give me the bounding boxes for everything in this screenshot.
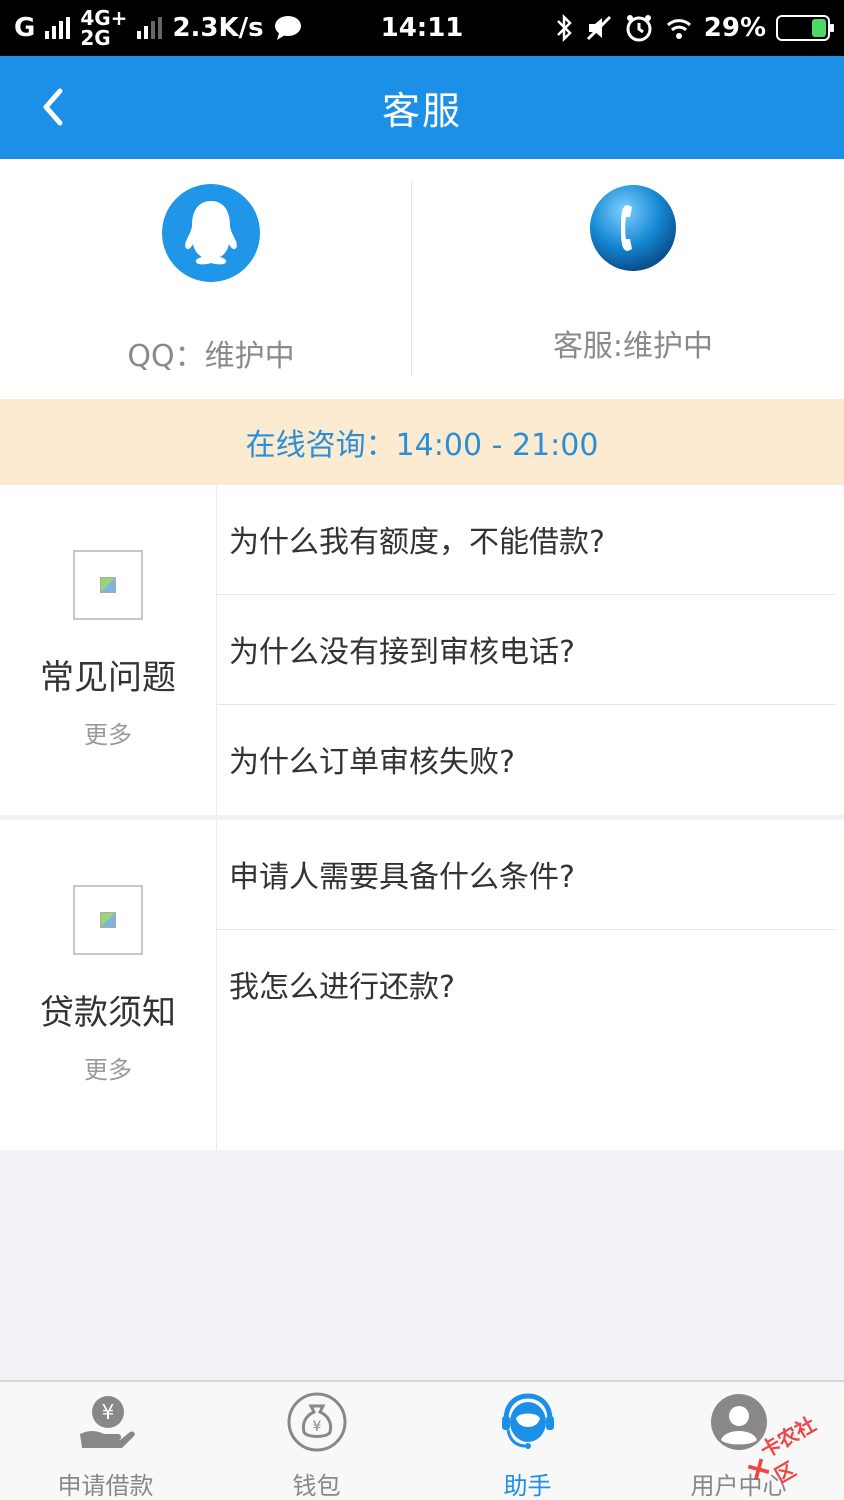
- network-type: 4G+ 2G: [80, 8, 127, 48]
- money-bag-icon: ¥: [285, 1390, 349, 1454]
- service-contact[interactable]: 客服:维护中: [422, 159, 844, 399]
- chevron-left-icon: [43, 88, 63, 126]
- contact-panel: QQ：维护中 客服:维护中: [0, 159, 844, 399]
- network-type-bottom: 2G: [80, 26, 111, 50]
- loan-question[interactable]: 申请人需要具备什么条件?: [217, 820, 836, 930]
- svg-text:¥: ¥: [312, 1419, 321, 1435]
- online-hours-text: 在线咨询：14:00 - 21:00: [245, 428, 599, 463]
- nav-label-wallet: 钱包: [292, 1472, 341, 1500]
- faq-header[interactable]: 常见问题 更多: [0, 485, 217, 815]
- faq-question[interactable]: 为什么没有接到审核电话?: [217, 595, 836, 705]
- bluetooth-icon: [556, 13, 572, 43]
- signal-icon: [45, 17, 71, 39]
- loan-title: 贷款须知: [40, 993, 176, 1033]
- loan-hand-icon: ¥: [74, 1390, 138, 1454]
- signal-icon-2: [137, 17, 163, 39]
- assistant-headset-icon: [496, 1390, 560, 1454]
- status-time: 14:11: [380, 13, 464, 43]
- broken-image-icon: [100, 577, 116, 593]
- app-header: 客服: [0, 56, 844, 159]
- chat-bubble-icon: [274, 16, 301, 40]
- phone-icon: [590, 185, 676, 271]
- page-title: 客服: [381, 89, 462, 133]
- battery-icon: [776, 15, 834, 41]
- broken-image-icon: [100, 912, 116, 928]
- status-bar: G 4G+ 2G 2.3K/s 14:11 29%: [0, 0, 844, 56]
- svg-text:¥: ¥: [101, 1400, 114, 1424]
- faq-image-placeholder: [73, 550, 143, 620]
- loan-header[interactable]: 贷款须知 更多: [0, 820, 217, 1150]
- faq-question[interactable]: 为什么订单审核失败?: [217, 705, 836, 815]
- faq-list: 为什么我有额度，不能借款? 为什么没有接到审核电话? 为什么订单审核失败?: [217, 485, 844, 815]
- nav-label-loan: 申请借款: [57, 1472, 154, 1500]
- faq-question[interactable]: 为什么我有额度，不能借款?: [217, 485, 836, 595]
- contact-divider: [411, 181, 412, 376]
- faq-title: 常见问题: [40, 658, 176, 698]
- loan-question[interactable]: 我怎么进行还款?: [217, 930, 836, 1040]
- nav-item-wallet[interactable]: ¥ 钱包: [211, 1382, 422, 1500]
- faq-more-link[interactable]: 更多: [84, 715, 132, 750]
- loan-more-link[interactable]: 更多: [84, 1050, 132, 1085]
- loan-section: 贷款须知 更多 申请人需要具备什么条件? 我怎么进行还款?: [0, 820, 844, 1150]
- mute-icon: [586, 15, 611, 41]
- loan-list: 申请人需要具备什么条件? 我怎么进行还款?: [217, 820, 844, 1150]
- bottom-nav: ¥ 申请借款 ¥ 钱包 助手 用户中心: [0, 1380, 844, 1500]
- service-status-label: 客服:维护中: [552, 329, 714, 364]
- net-speed: 2.3K/s: [172, 13, 264, 43]
- wifi-icon: [666, 19, 691, 39]
- qq-status-label: QQ：维护中: [127, 339, 295, 374]
- network-type-top: 4G+: [80, 6, 128, 30]
- qq-penguin-icon: [162, 184, 260, 282]
- nav-item-assistant[interactable]: 助手: [422, 1382, 633, 1500]
- carrier-label: G: [14, 13, 36, 43]
- qq-contact[interactable]: QQ：维护中: [0, 159, 422, 399]
- nav-item-loan[interactable]: ¥ 申请借款: [0, 1382, 211, 1500]
- loan-image-placeholder: [73, 885, 143, 955]
- status-left: G 4G+ 2G 2.3K/s: [14, 8, 302, 48]
- online-hours-bar: 在线咨询：14:00 - 21:00: [0, 399, 844, 485]
- back-button[interactable]: [30, 84, 76, 130]
- nav-label-assistant: 助手: [503, 1472, 552, 1500]
- status-right: 29%: [554, 13, 834, 43]
- faq-section: 常见问题 更多 为什么我有额度，不能借款? 为什么没有接到审核电话? 为什么订单…: [0, 485, 844, 815]
- battery-percent: 29%: [703, 13, 766, 43]
- alarm-icon: [626, 15, 652, 42]
